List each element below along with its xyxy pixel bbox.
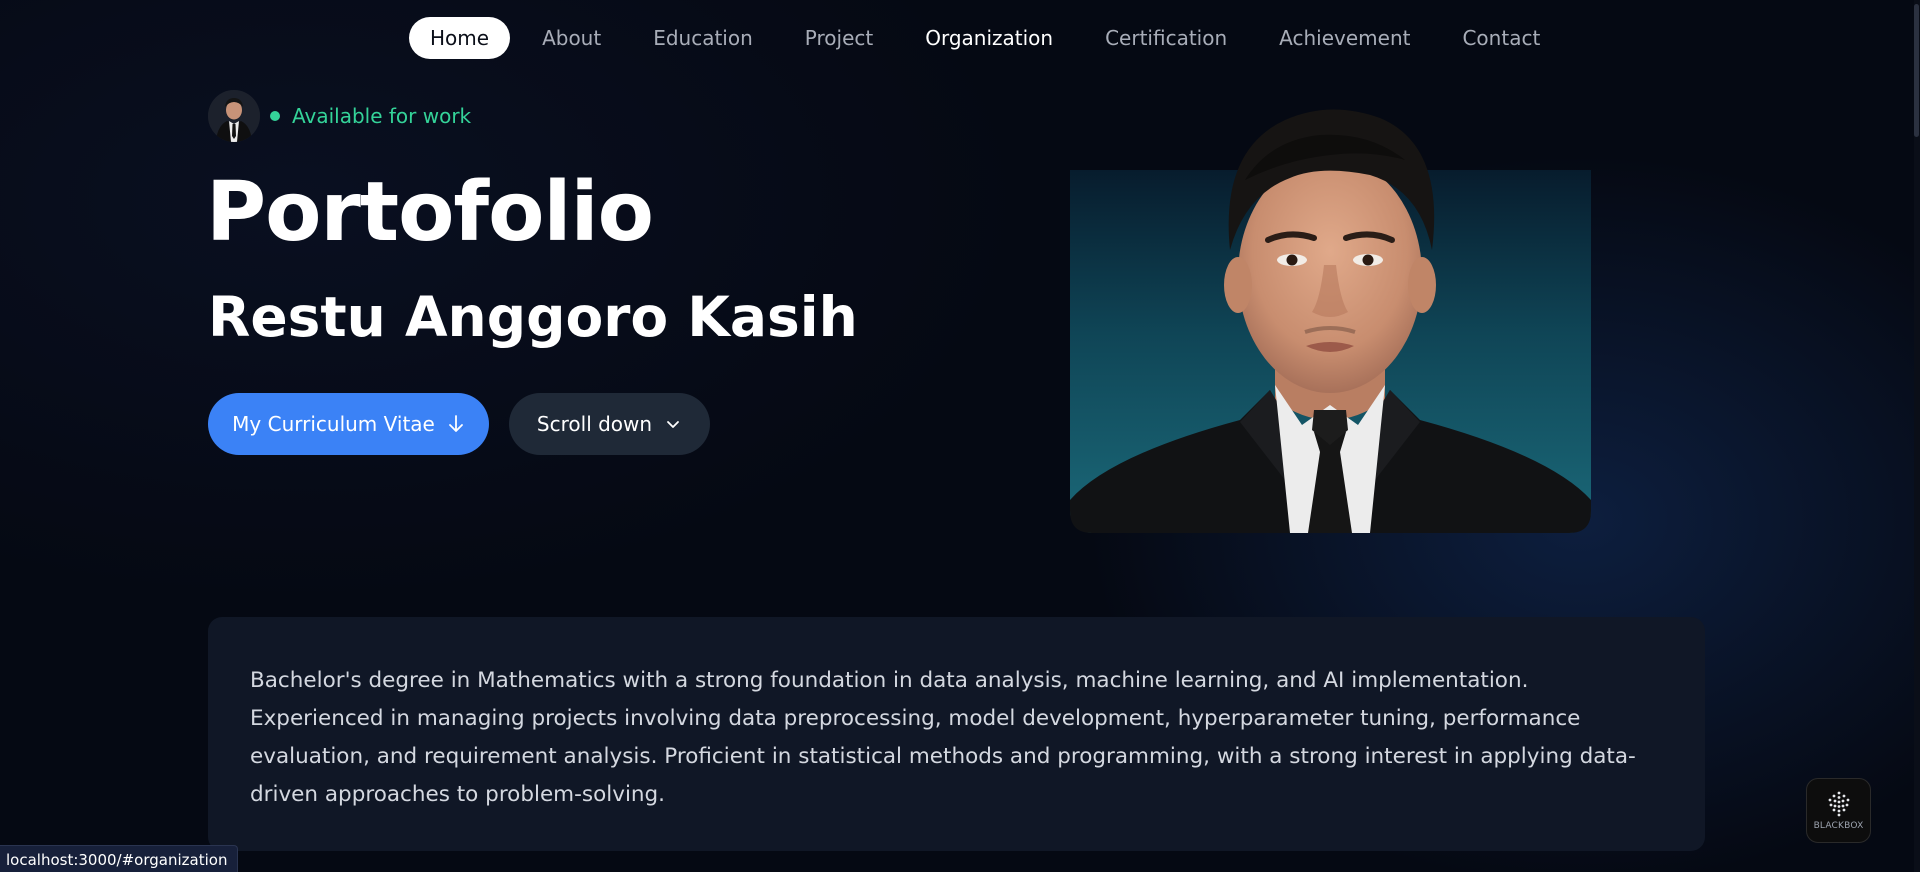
cv-button-label: My Curriculum Vitae: [232, 412, 435, 436]
scrollbar-thumb[interactable]: [1914, 4, 1919, 137]
portfolio-page: Home About Education Project Organizatio…: [0, 0, 1920, 872]
link-preview-status-bar: localhost:3000/#organization: [0, 845, 239, 872]
nav-certification[interactable]: Certification: [1083, 17, 1249, 59]
nav-project[interactable]: Project: [783, 17, 895, 59]
about-description: Bachelor's degree in Mathematics with a …: [250, 668, 1636, 807]
scroll-button-label: Scroll down: [536, 412, 653, 436]
nav-achievement[interactable]: Achievement: [1257, 17, 1432, 59]
blackbox-widget[interactable]: BLACKBOX: [1806, 778, 1871, 843]
page-title: Portofolio: [206, 165, 654, 260]
blackbox-logo-icon: [1828, 791, 1849, 817]
nav-organization[interactable]: Organization: [903, 17, 1075, 59]
arrow-down-icon: [448, 415, 463, 432]
about-card: Bachelor's degree in Mathematics with a …: [208, 617, 1705, 851]
person-name: Restu Anggoro Kasih: [208, 285, 858, 349]
blackbox-label: BLACKBOX: [1813, 821, 1864, 831]
nav-home[interactable]: Home: [409, 17, 511, 59]
availability-status: Available for work: [270, 104, 471, 128]
top-navigation: Home About Education Project Organizatio…: [409, 17, 1570, 59]
nav-contact[interactable]: Contact: [1440, 17, 1562, 59]
nav-about[interactable]: About: [520, 17, 623, 59]
avatar: [208, 90, 260, 142]
curriculum-vitae-button[interactable]: My Curriculum Vitae: [208, 393, 489, 455]
status-dot-icon: [270, 111, 280, 121]
profile-photo: [1070, 60, 1591, 533]
scroll-down-button[interactable]: Scroll down: [509, 393, 710, 455]
availability-label: Available for work: [292, 104, 472, 128]
chevron-down-icon: [667, 421, 679, 428]
nav-education[interactable]: Education: [631, 17, 775, 59]
